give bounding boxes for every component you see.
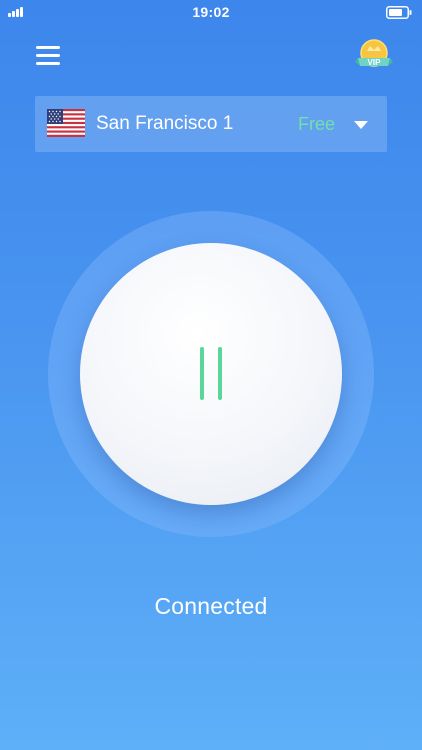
caret-down-icon[interactable] [354,120,368,130]
svg-text:VIP: VIP [368,58,382,67]
location-selector[interactable]: San Francisco 1 Free [35,96,387,152]
connect-toggle-button[interactable] [80,243,342,505]
status-time: 19:02 [192,4,230,20]
plan-label: Free [298,114,336,134]
pause-icon [196,347,226,403]
vip-badge-icon[interactable]: VIP [354,36,394,74]
battery-icon [386,6,412,19]
us-flag-icon [47,109,85,137]
menu-button[interactable] [34,44,62,68]
connection-status: Connected [154,593,268,619]
status-bar: 19:02 [0,0,422,24]
location-name: San Francisco 1 [96,113,234,134]
